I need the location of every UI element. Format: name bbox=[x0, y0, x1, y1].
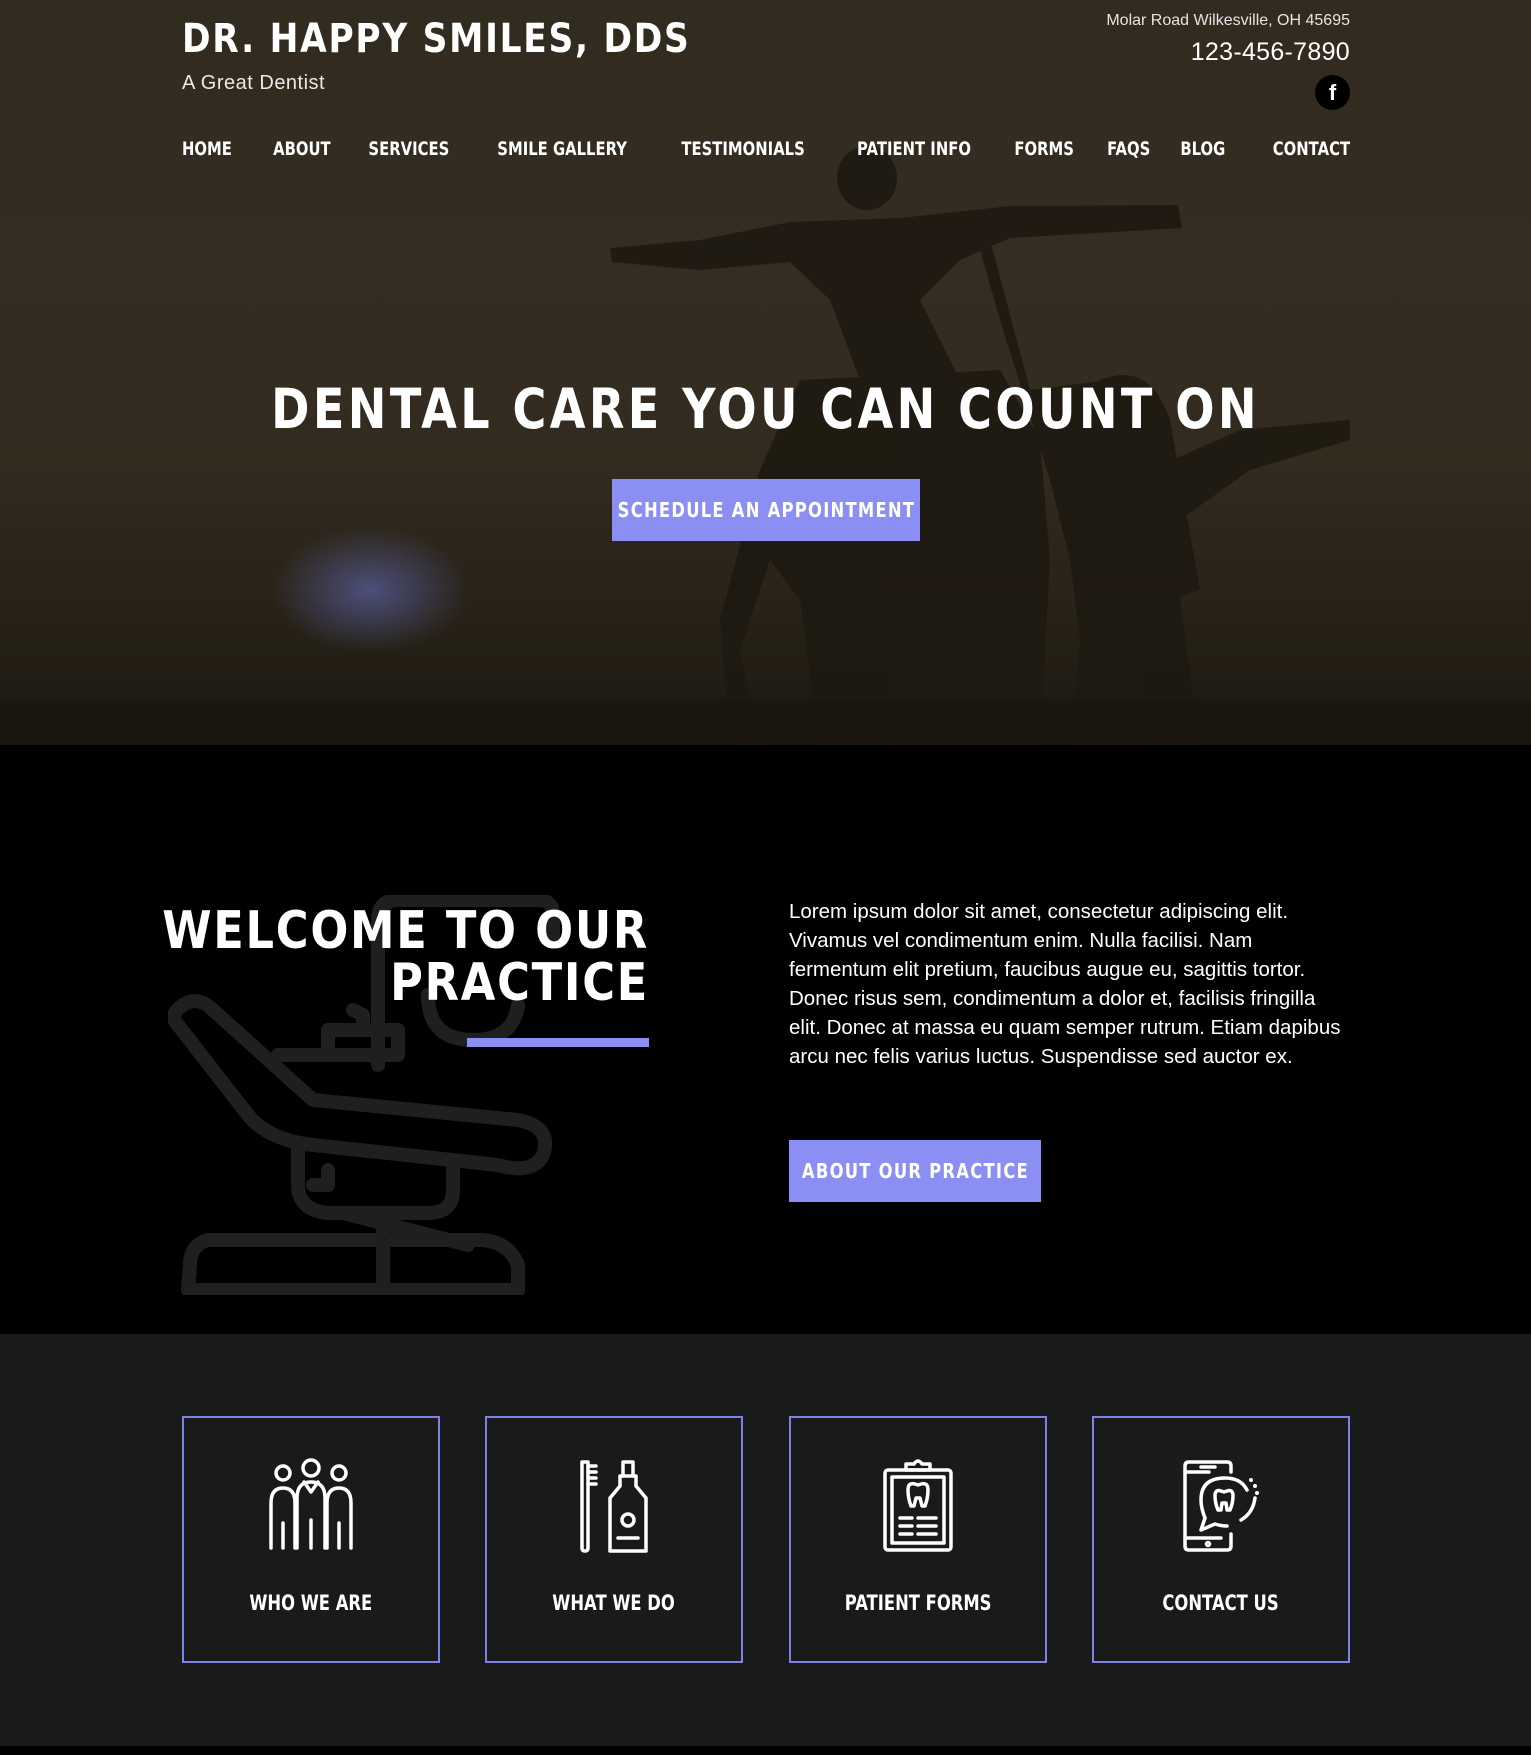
card-what-we-do[interactable]: WHAT WE DO bbox=[485, 1416, 743, 1663]
brand-name[interactable]: DR. HAPPY SMILES, DDS bbox=[182, 16, 691, 62]
welcome-title-underline bbox=[467, 1038, 649, 1047]
nav-item-smile-gallery[interactable]: SMILE GALLERY bbox=[498, 138, 628, 160]
clipboard-tooth-icon bbox=[883, 1459, 953, 1552]
card-who-we-are[interactable]: WHO WE ARE bbox=[182, 1416, 440, 1663]
card-contact-us[interactable]: CONTACT US bbox=[1092, 1416, 1350, 1663]
toothbrush-toothpaste-icon bbox=[580, 1460, 648, 1553]
brand-tagline: A Great Dentist bbox=[182, 72, 326, 94]
about-practice-button[interactable]: ABOUT OUR PRACTICE bbox=[789, 1140, 1041, 1202]
card-label-what-we-do: WHAT WE DO bbox=[552, 1591, 676, 1615]
bottom-strip bbox=[0, 1746, 1531, 1755]
phone-tooth-icon bbox=[1183, 1460, 1259, 1552]
card-label-patient-forms: PATIENT FORMS bbox=[844, 1591, 992, 1615]
card-patient-forms[interactable]: PATIENT FORMS bbox=[789, 1416, 1047, 1663]
nav-item-faqs[interactable]: FAQS bbox=[1107, 138, 1150, 160]
schedule-appointment-button[interactable]: SCHEDULE AN APPOINTMENT bbox=[612, 479, 920, 541]
nav-item-blog[interactable]: BLOG bbox=[1181, 138, 1226, 160]
nav-item-about[interactable]: ABOUT bbox=[273, 138, 331, 160]
nav-item-patient-info[interactable]: PATIENT INFO bbox=[857, 138, 971, 160]
hero-overlay bbox=[0, 0, 1531, 745]
brand-block[interactable]: DR. HAPPY SMILES, DDS A Great Dentist bbox=[182, 16, 773, 95]
welcome-section: WELCOME TO OUR PRACTICE Lorem ipsum dolo… bbox=[0, 745, 1531, 1334]
nav-item-contact[interactable]: CONTACT bbox=[1273, 138, 1350, 160]
nav-item-home[interactable]: HOME bbox=[182, 138, 232, 160]
about-practice-label: ABOUT OUR PRACTICE bbox=[801, 1159, 1029, 1183]
welcome-body-text: Lorem ipsum dolor sit amet, consectetur … bbox=[789, 900, 1341, 1068]
card-label-contact-us: CONTACT US bbox=[1162, 1591, 1280, 1615]
hero-section: DR. HAPPY SMILES, DDS A Great Dentist Mo… bbox=[0, 0, 1531, 745]
address-text: Molar Road Wilkesville, OH 45695 bbox=[1106, 12, 1350, 29]
nav-item-services[interactable]: SERVICES bbox=[368, 138, 449, 160]
nav-item-forms[interactable]: FORMS bbox=[1014, 138, 1074, 160]
hero-title: DENTAL CARE YOU CAN COUNT ON bbox=[0, 377, 1531, 441]
quick-links-section: WHO WE ARE WHAT WE DO PATIENT FORMS CONT… bbox=[0, 1334, 1531, 1746]
facebook-icon[interactable]: f bbox=[1315, 75, 1350, 110]
welcome-title: WELCOME TO OUR PRACTICE bbox=[162, 901, 649, 1013]
schedule-appointment-label: SCHEDULE AN APPOINTMENT bbox=[617, 498, 915, 522]
hero-title-text: DENTAL CARE YOU CAN COUNT ON bbox=[271, 377, 1260, 441]
team-icon bbox=[269, 1458, 353, 1550]
header-contact: Molar Road Wilkesville, OH 45695 123-456… bbox=[1106, 12, 1350, 110]
main-nav: HOME ABOUT SERVICES SMILE GALLERY TESTIM… bbox=[182, 138, 1350, 160]
nav-item-testimonials[interactable]: TESTIMONIALS bbox=[681, 138, 804, 160]
phone-number[interactable]: 123-456-7890 bbox=[1106, 38, 1350, 67]
card-label-who-we-are: WHO WE ARE bbox=[249, 1591, 373, 1615]
